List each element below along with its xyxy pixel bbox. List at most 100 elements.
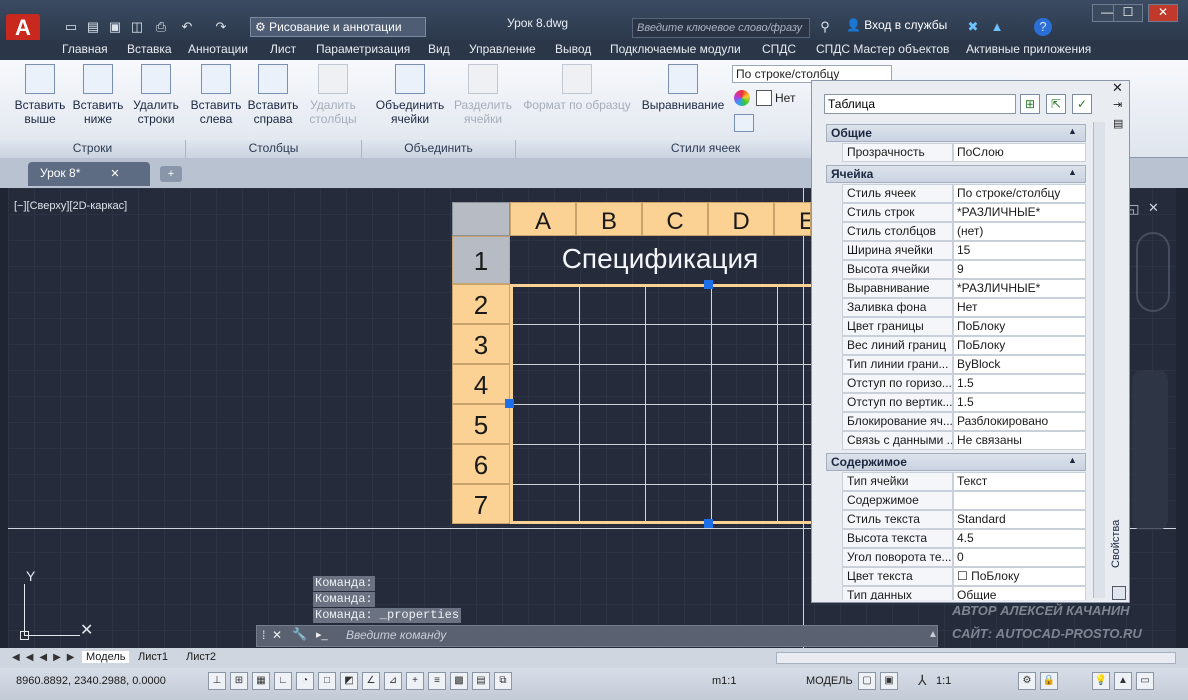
property-value[interactable]: *РАЗЛИЧНЫЕ* xyxy=(953,203,1086,222)
property-row[interactable]: Отступ по горизо... 1.5 xyxy=(842,374,1086,393)
property-value[interactable]: (нет) xyxy=(953,222,1086,241)
command-expand-icon[interactable]: ▲ xyxy=(928,629,938,640)
selection-cycling-icon[interactable]: ⧉ xyxy=(494,672,512,690)
property-value[interactable]: 15 xyxy=(953,241,1086,260)
3dosnap-icon[interactable]: ◩ xyxy=(340,672,358,690)
property-row[interactable]: Блокирование яч... Разблокировано xyxy=(842,412,1086,431)
property-value[interactable]: ByBlock xyxy=(953,355,1086,374)
model-space-toggle[interactable]: МОДЕЛЬ xyxy=(806,675,853,687)
property-row[interactable]: Стиль столбцов (нет) xyxy=(842,222,1086,241)
property-value[interactable]: ПоСлою xyxy=(953,143,1086,162)
osnap-icon[interactable]: □ xyxy=(318,672,336,690)
property-value[interactable]: 0 xyxy=(953,548,1086,567)
property-row[interactable]: Ширина ячейки 15 xyxy=(842,241,1086,260)
property-value[interactable]: 1.5 xyxy=(953,393,1086,412)
polar-icon[interactable]: ◔ xyxy=(296,672,314,690)
workspace-switch-icon[interactable]: ⚙ xyxy=(1018,672,1036,690)
property-value[interactable]: 1.5 xyxy=(953,374,1086,393)
properties-scrollbar[interactable] xyxy=(1093,122,1105,598)
property-row[interactable]: Выравнивание *РАЗЛИЧНЫЕ* xyxy=(842,279,1086,298)
lineweight-icon[interactable]: ≡ xyxy=(428,672,446,690)
clean-screen-icon[interactable]: ▭ xyxy=(1136,672,1154,690)
property-row[interactable]: Связь с данными ... Не связаны xyxy=(842,431,1086,450)
dyn-icon[interactable]: + xyxy=(406,672,424,690)
property-value[interactable]: Текст xyxy=(953,472,1086,491)
property-row[interactable]: Тип данных Общие xyxy=(842,586,1086,600)
property-row[interactable]: Угол поворота те... 0 xyxy=(842,548,1086,567)
property-value[interactable]: Не связаны xyxy=(953,431,1086,450)
ortho-icon[interactable]: ∟ xyxy=(274,672,292,690)
lock-icon[interactable]: 🔒 xyxy=(1040,672,1058,690)
command-history-line: Команда: xyxy=(313,592,375,607)
property-value[interactable]: Нет xyxy=(953,298,1086,317)
property-row[interactable]: Стиль текста Standard xyxy=(842,510,1086,529)
property-row[interactable]: Вес линий границ ПоБлоку xyxy=(842,336,1086,355)
property-value[interactable]: *РАЗЛИЧНЫЕ* xyxy=(953,279,1086,298)
layout-tab-sheet1[interactable]: Лист1 xyxy=(138,651,168,663)
quick-view-layouts-icon[interactable]: ▢ xyxy=(858,672,876,690)
quick-view-drawings-icon[interactable]: ▣ xyxy=(880,672,898,690)
property-row[interactable]: Стиль ячеек По строке/столбцу xyxy=(842,184,1086,203)
horizontal-scrollbar[interactable] xyxy=(776,652,1176,664)
snap-icon[interactable]: ⊞ xyxy=(230,672,248,690)
property-value[interactable]: По строке/столбцу xyxy=(953,184,1086,203)
property-name: Высота текста xyxy=(842,529,953,548)
property-section-header[interactable]: Общие xyxy=(826,124,1086,142)
property-name: Отступ по горизо... xyxy=(842,374,953,393)
annotation-scale[interactable]: m1:1 xyxy=(712,675,736,687)
property-section-header[interactable]: Содержимое xyxy=(826,453,1086,471)
command-prompt-icon[interactable]: ▸_ xyxy=(316,628,328,641)
property-row[interactable]: Высота ячейки 9 xyxy=(842,260,1086,279)
isolate-objects-icon[interactable]: 💡 xyxy=(1092,672,1110,690)
command-customize-icon[interactable]: 🔧 xyxy=(292,627,307,641)
property-name: Содержимое xyxy=(842,491,953,510)
annotation-visibility-icon[interactable]: ⅄ xyxy=(918,672,927,689)
property-value[interactable]: ПоБлоку xyxy=(953,336,1086,355)
property-name: Ширина ячейки xyxy=(842,241,953,260)
collapse-icon[interactable]: ▲ xyxy=(1068,167,1077,177)
command-close-icon[interactable]: ✕ xyxy=(272,628,282,642)
property-row[interactable]: Отступ по вертик... 1.5 xyxy=(842,393,1086,412)
property-name: Выравнивание xyxy=(842,279,953,298)
infer-constraints-icon[interactable]: ⊥ xyxy=(208,672,226,690)
property-row[interactable]: Тип линии грани... ByBlock xyxy=(842,355,1086,374)
property-section-header[interactable]: Ячейка xyxy=(826,165,1086,183)
property-value[interactable]: Standard xyxy=(953,510,1086,529)
layout-nav-arrows[interactable]: ◀◀◀▶▶ xyxy=(12,652,80,663)
collapse-icon[interactable]: ▲ xyxy=(1068,455,1077,465)
layout-tab-sheet2[interactable]: Лист2 xyxy=(186,651,216,663)
property-row[interactable]: Прозрачность ПоСлою xyxy=(842,143,1086,162)
property-row[interactable]: Содержимое xyxy=(842,491,1086,510)
annotation-ratio[interactable]: 1:1 xyxy=(936,675,951,687)
collapse-icon[interactable]: ▲ xyxy=(1068,126,1077,136)
transparency-icon[interactable]: ▩ xyxy=(450,672,468,690)
command-input[interactable]: Введите команду xyxy=(346,628,446,642)
property-name: Тип данных xyxy=(842,586,953,600)
property-value[interactable]: ПоБлоку xyxy=(953,317,1086,336)
hardware-acceleration-icon[interactable]: ▲ xyxy=(1114,672,1132,690)
property-value[interactable]: 4.5 xyxy=(953,529,1086,548)
ducs-icon[interactable]: ⊿ xyxy=(384,672,402,690)
otrack-icon[interactable]: ∠ xyxy=(362,672,380,690)
property-value[interactable]: 9 xyxy=(953,260,1086,279)
layout-tab-model[interactable]: Модель xyxy=(82,651,130,663)
property-row[interactable]: Заливка фона Нет xyxy=(842,298,1086,317)
grid-icon[interactable]: ▦ xyxy=(252,672,270,690)
property-value[interactable]: Разблокировано xyxy=(953,412,1086,431)
command-grip-icon[interactable]: ⁞ xyxy=(262,628,265,642)
property-name: Стиль строк xyxy=(842,203,953,222)
property-value[interactable]: Общие xyxy=(953,586,1086,600)
property-row[interactable]: Тип ячейки Текст xyxy=(842,472,1086,491)
command-history-line: Команда: _properties xyxy=(313,608,462,623)
property-name: Заливка фона xyxy=(842,298,953,317)
property-row[interactable]: Цвет границы ПоБлоку xyxy=(842,317,1086,336)
ucs-x-label: ✕ xyxy=(80,622,94,639)
property-row[interactable]: Высота текста 4.5 xyxy=(842,529,1086,548)
palette-settings-icon[interactable] xyxy=(1112,586,1126,600)
command-history-line: Команда: xyxy=(313,576,375,591)
property-value[interactable]: ☐ ПоБлоку xyxy=(953,567,1086,586)
property-value[interactable] xyxy=(953,491,1086,510)
property-row[interactable]: Цвет текста ☐ ПоБлоку xyxy=(842,567,1086,586)
property-row[interactable]: Стиль строк *РАЗЛИЧНЫЕ* xyxy=(842,203,1086,222)
quick-properties-icon[interactable]: ▤ xyxy=(472,672,490,690)
